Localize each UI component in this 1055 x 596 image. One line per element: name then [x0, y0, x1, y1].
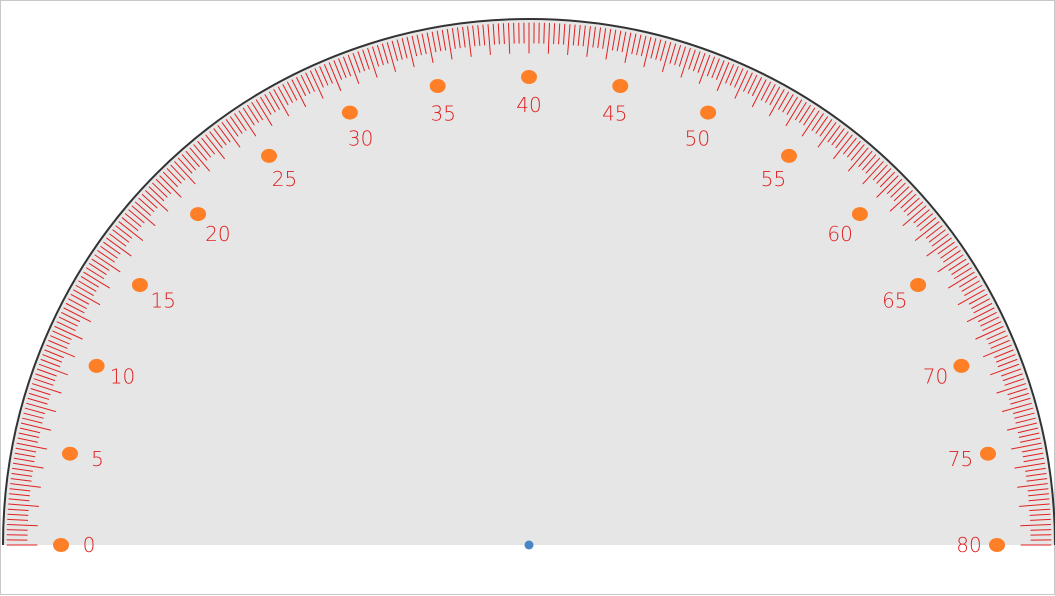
scale-label: 5: [91, 447, 104, 471]
tick-mark: [1031, 530, 1051, 531]
scale-label: 15: [150, 289, 175, 313]
scale-label: 80: [956, 533, 981, 557]
position-marker[interactable]: [342, 106, 358, 120]
scale-label: 55: [761, 167, 786, 191]
position-marker[interactable]: [89, 359, 105, 373]
center-point[interactable]: [525, 541, 534, 550]
scale-label: 50: [685, 127, 710, 151]
scale-label: 40: [516, 93, 541, 117]
scale-label: 75: [948, 447, 973, 471]
position-marker[interactable]: [261, 149, 277, 163]
scale-label: 60: [827, 222, 852, 246]
tick-mark: [544, 23, 545, 43]
position-marker[interactable]: [852, 207, 868, 221]
scale-label: 65: [882, 289, 907, 313]
position-marker[interactable]: [430, 79, 446, 93]
tick-mark: [514, 23, 515, 43]
scale-label: 0: [83, 533, 96, 557]
position-marker[interactable]: [910, 278, 926, 292]
protractor-canvas: 0 5 10 15 20 25 30 35 40 45 50 55 60 65 70 75 80: [0, 0, 1055, 595]
position-marker[interactable]: [980, 447, 996, 461]
scale-label: 20: [205, 222, 230, 246]
scale-label: 25: [272, 167, 297, 191]
position-marker[interactable]: [989, 538, 1005, 552]
scale-label: 10: [110, 365, 135, 389]
position-marker[interactable]: [781, 149, 797, 163]
position-marker[interactable]: [700, 106, 716, 120]
protractor: 0 5 10 15 20 25 30 35 40 45 50 55 60 65 70 75 80: [1, 1, 1055, 596]
position-marker[interactable]: [53, 538, 69, 552]
scale-label: 35: [430, 102, 455, 126]
position-marker[interactable]: [62, 447, 78, 461]
scale-label: 70: [923, 365, 948, 389]
position-marker[interactable]: [190, 207, 206, 221]
position-marker[interactable]: [953, 359, 969, 373]
scale-label: 45: [602, 102, 627, 126]
scale-label: 30: [348, 127, 373, 151]
tick-mark: [7, 530, 27, 531]
position-marker[interactable]: [521, 70, 537, 84]
position-marker[interactable]: [132, 278, 148, 292]
position-marker[interactable]: [612, 79, 628, 93]
